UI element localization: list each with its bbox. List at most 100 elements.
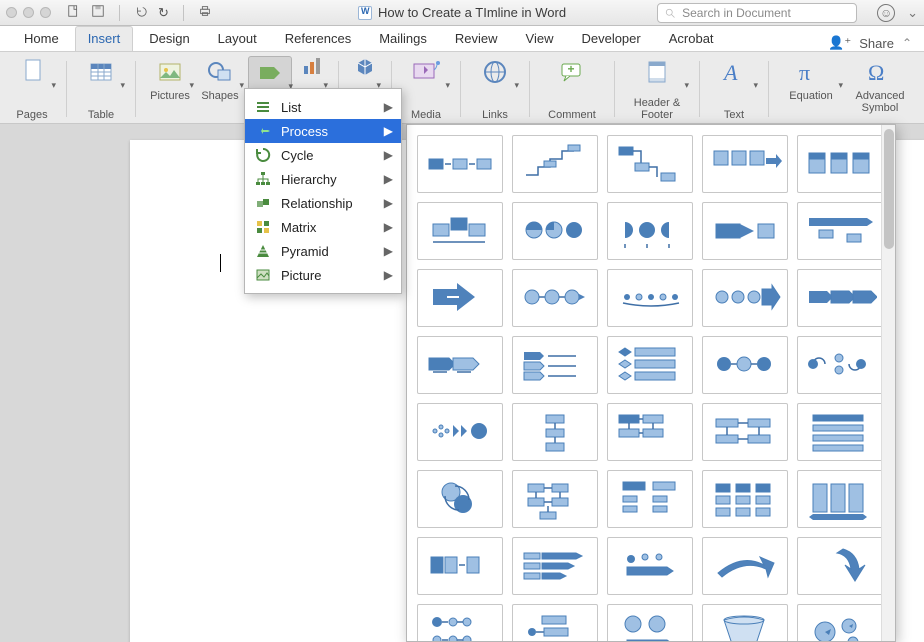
shapes-button[interactable]: ▾ Shapes (198, 56, 242, 102)
smartart-process-thumb[interactable] (417, 604, 503, 641)
smartart-process-thumb[interactable] (607, 537, 693, 595)
smartart-process-thumb[interactable] (607, 403, 693, 461)
smartart-process-thumb[interactable] (607, 135, 693, 193)
svg-text:A: A (722, 60, 738, 85)
smartart-process-thumb[interactable] (797, 135, 881, 193)
search-input[interactable]: Search in Document (657, 3, 857, 23)
tab-layout[interactable]: Layout (206, 27, 269, 51)
qat-save-icon[interactable] (91, 4, 105, 21)
tab-home[interactable]: Home (12, 27, 71, 51)
smartart-button[interactable]: ▾ (248, 56, 292, 90)
tab-developer[interactable]: Developer (569, 27, 652, 51)
ribbon-collapse-icon[interactable]: ⌃ (902, 36, 912, 50)
smartart-process-thumb[interactable] (607, 269, 693, 327)
qat-file-icon[interactable] (67, 4, 81, 21)
smartart-cat-relationship[interactable]: Relationship▶ (245, 191, 401, 215)
smartart-process-thumb[interactable] (702, 202, 788, 260)
smartart-process-thumb[interactable] (417, 470, 503, 528)
smartart-process-thumb[interactable] (512, 336, 598, 394)
equation-button[interactable]: π ▾ Equation (781, 56, 841, 102)
ribbon-insert: ▾ Pages ▾ Table ▾ Pictures ▾ Shapes (0, 52, 924, 124)
window-controls (6, 7, 51, 18)
smartart-cat-cycle[interactable]: Cycle▶ (245, 143, 401, 167)
smartart-cat-list[interactable]: List▶ (245, 95, 401, 119)
links-button[interactable]: ▾ (473, 56, 517, 88)
header-footer-button[interactable]: ▾ (627, 56, 687, 88)
matrix-icon (255, 219, 271, 235)
smartart-process-thumb[interactable] (702, 135, 788, 193)
smartart-process-thumb[interactable] (607, 202, 693, 260)
smartart-process-thumb[interactable] (417, 537, 503, 595)
smartart-process-thumb[interactable] (702, 604, 788, 641)
user-account-icon[interactable]: ☺ (877, 4, 895, 22)
media-label: Media (411, 109, 441, 121)
advanced-symbol-button[interactable]: Ω Advanced Symbol (847, 56, 913, 114)
tab-mailings[interactable]: Mailings (367, 27, 439, 51)
smartart-process-thumb[interactable] (417, 269, 503, 327)
smartart-process-thumb[interactable] (797, 336, 881, 394)
smartart-process-thumb[interactable] (417, 135, 503, 193)
smartart-process-thumb[interactable] (702, 269, 788, 327)
smartart-process-thumb[interactable] (702, 336, 788, 394)
search-placeholder: Search in Document (682, 6, 791, 20)
gallery-scrollbar-thumb[interactable] (884, 129, 894, 249)
smartart-process-thumb[interactable] (512, 135, 598, 193)
dropdown-icon: ▾ (51, 80, 56, 91)
tab-references[interactable]: References (273, 27, 363, 51)
smartart-process-thumb[interactable] (607, 604, 693, 641)
smartart-cat-pyramid[interactable]: Pyramid▶ (245, 239, 401, 263)
smartart-process-thumb[interactable] (607, 470, 693, 528)
tab-acrobat[interactable]: Acrobat (657, 27, 726, 51)
ribbon-group-comment: + Comment (540, 56, 604, 121)
comment-button[interactable]: + (542, 56, 602, 88)
smartart-process-thumb[interactable] (702, 403, 788, 461)
titlebar: ↻ How to Create a TImline in Word Search… (0, 0, 924, 26)
gallery-scrollbar[interactable] (881, 125, 895, 641)
smartart-process-thumb[interactable] (512, 269, 598, 327)
smartart-process-thumb[interactable] (512, 202, 598, 260)
titlebar-chevron-icon[interactable]: ⌄ (907, 5, 918, 21)
text-button[interactable]: A ▾ (712, 56, 756, 88)
share-button[interactable]: Share (859, 36, 894, 51)
tab-design[interactable]: Design (137, 27, 201, 51)
smartart-cat-hierarchy[interactable]: Hierarchy▶ (245, 167, 401, 191)
smartart-process-thumb[interactable] (512, 403, 598, 461)
quick-access-toolbar: ↻ (67, 4, 212, 21)
pages-button[interactable]: ▾ (10, 56, 54, 88)
smartart-cat-matrix[interactable]: Matrix▶ (245, 215, 401, 239)
qat-print-icon[interactable] (198, 4, 212, 21)
ribbon-group-links: ▾ Links (471, 56, 519, 121)
tab-insert[interactable]: Insert (75, 26, 134, 51)
smartart-process-thumb[interactable] (797, 202, 881, 260)
chart-button[interactable]: ▾ (298, 56, 326, 78)
table-button[interactable]: ▾ (79, 56, 123, 88)
smartart-cat-picture[interactable]: Picture▶ (245, 263, 401, 287)
smartart-process-thumb[interactable] (417, 336, 503, 394)
smartart-process-thumb[interactable] (797, 470, 881, 528)
smartart-process-thumb[interactable] (702, 470, 788, 528)
tab-view[interactable]: View (514, 27, 566, 51)
smartart-process-thumb[interactable] (512, 604, 598, 641)
smartart-process-thumb[interactable] (417, 202, 503, 260)
process-icon (255, 123, 271, 139)
smartart-process-thumb[interactable] (797, 537, 881, 595)
smartart-process-thumb[interactable] (512, 537, 598, 595)
minimize-window-button[interactable] (23, 7, 34, 18)
smartart-process-thumb[interactable] (797, 604, 881, 641)
smartart-cat-process[interactable]: Process▶ (245, 119, 401, 143)
qat-undo-icon[interactable] (134, 4, 148, 21)
qat-redo-icon[interactable]: ↻ (158, 5, 169, 21)
smartart-process-thumb[interactable] (702, 537, 788, 595)
smartart-process-thumb[interactable] (797, 269, 881, 327)
tab-review[interactable]: Review (443, 27, 510, 51)
media-button[interactable]: ▾ (404, 56, 448, 88)
links-label: Links (482, 109, 508, 121)
pictures-button[interactable]: ▾ Pictures (148, 56, 192, 102)
3d-models-button[interactable]: ▾ (351, 56, 379, 78)
zoom-window-button[interactable] (40, 7, 51, 18)
smartart-process-thumb[interactable] (607, 336, 693, 394)
close-window-button[interactable] (6, 7, 17, 18)
smartart-process-thumb[interactable] (512, 470, 598, 528)
smartart-process-thumb[interactable] (797, 403, 881, 461)
smartart-process-thumb[interactable] (417, 403, 503, 461)
